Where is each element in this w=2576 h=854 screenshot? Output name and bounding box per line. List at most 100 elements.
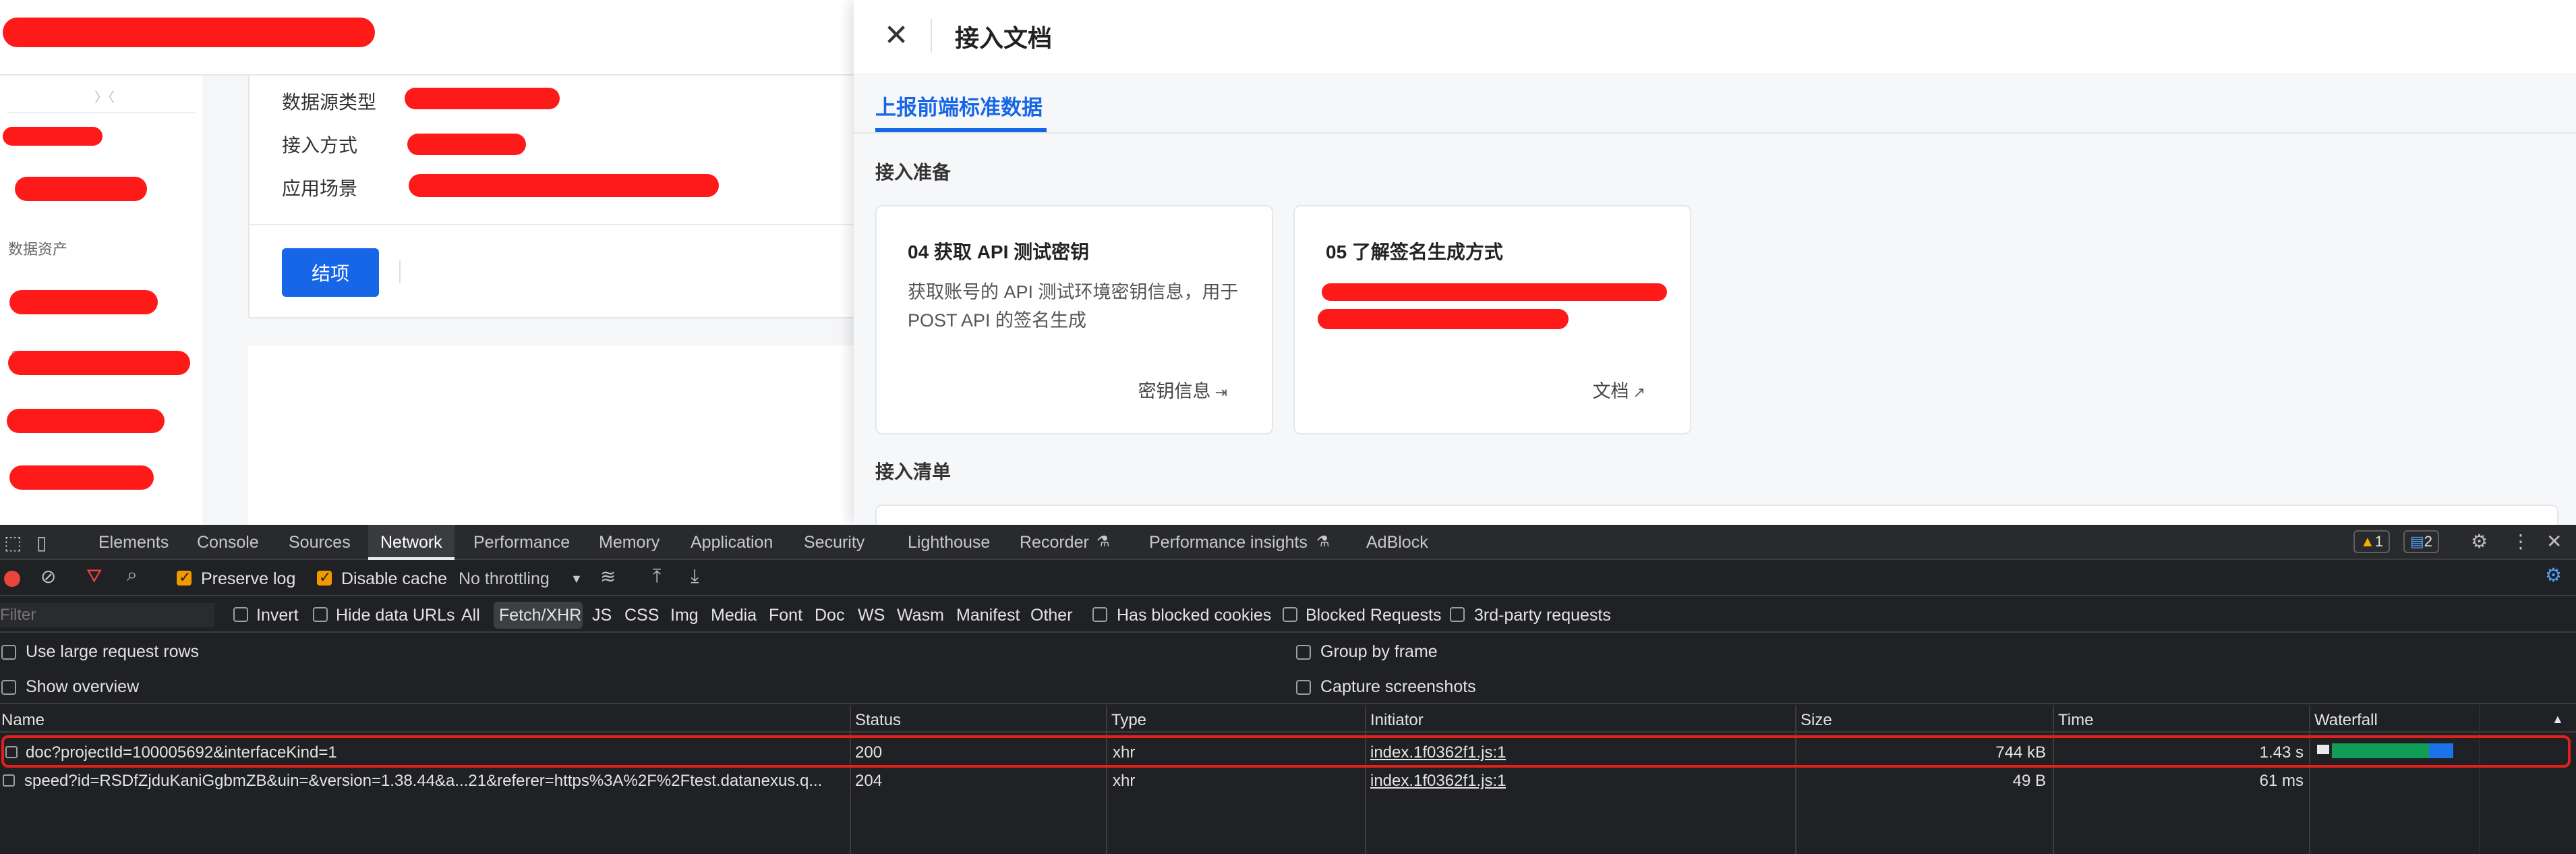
redacted-sidebar-item[interactable] (8, 351, 190, 375)
finish-project-button[interactable]: 结项 (282, 248, 379, 297)
filter-type-fetch-xhr[interactable]: Fetch/XHR (499, 606, 581, 625)
throttling-select[interactable]: No throttling (459, 569, 550, 589)
filter-type-js[interactable]: JS (592, 606, 612, 625)
tab-adblock[interactable]: AdBlock (1366, 533, 1428, 552)
tab-bar-divider (854, 132, 2576, 134)
tab-lighthouse[interactable]: Lighthouse (908, 533, 990, 552)
preserve-log-checkbox[interactable] (177, 569, 192, 586)
redacted-application-scenario-value (409, 174, 719, 197)
capture-screenshots-checkbox[interactable] (1296, 680, 1311, 695)
redacted-card-description (1318, 309, 1569, 329)
large-rows-checkbox[interactable] (1, 645, 16, 660)
chevron-down-icon[interactable]: ▼ (570, 572, 583, 586)
column-header-status[interactable]: Status (855, 711, 901, 730)
filter-type-font[interactable]: Font (769, 606, 802, 625)
has-blocked-cookies-checkbox[interactable] (1092, 607, 1107, 622)
disable-cache-checkbox[interactable] (317, 569, 332, 586)
more-options-icon[interactable]: ⋮ (2511, 530, 2530, 552)
redacted-access-method-value (407, 134, 526, 155)
device-toolbar-icon[interactable]: ▯ (36, 532, 47, 554)
tab-performance[interactable]: Performance (473, 533, 570, 552)
blocked-requests-checkbox[interactable] (1283, 607, 1297, 622)
tab-elements[interactable]: Elements (98, 533, 169, 552)
prep-card-signature: 05 了解签名生成方式 文档 ↗ (1293, 205, 1691, 434)
hide-data-urls-checkbox[interactable] (313, 607, 328, 622)
tab-report-frontend-data[interactable]: 上报前端标准数据 (875, 90, 1043, 121)
message-badge[interactable]: ▤2 (2403, 530, 2440, 553)
record-icon[interactable] (4, 571, 20, 587)
search-icon[interactable]: ⌕ (127, 564, 138, 586)
button-divider (399, 260, 401, 283)
column-header-size[interactable]: Size (1801, 711, 1832, 730)
tab-network[interactable]: Network (380, 533, 442, 552)
show-overview-label: Show overview (26, 677, 140, 696)
redacted-sidebar-item[interactable] (15, 177, 147, 201)
tab-application[interactable]: Application (691, 533, 773, 552)
show-overview-checkbox[interactable] (1, 680, 16, 695)
filter-funnel-icon[interactable]: ⛛ (86, 565, 103, 588)
warning-badge[interactable]: ▲1 (2353, 530, 2391, 553)
filter-type-media[interactable]: Media (711, 606, 757, 625)
message-count: 2 (2424, 533, 2433, 550)
network-conditions-icon[interactable]: ≋ (600, 565, 616, 588)
doc-link[interactable]: 文档 ↗ (1593, 376, 1645, 403)
close-devtools-icon[interactable]: ✕ (2546, 530, 2562, 552)
tab-performance-insights[interactable]: Performance insights (1149, 533, 1308, 552)
sort-ascending-icon[interactable]: ▲ (2552, 712, 2564, 727)
filter-type-manifest[interactable]: Manifest (956, 606, 1020, 625)
filter-type-doc[interactable]: Doc (815, 606, 844, 625)
export-har-icon[interactable]: ⤓ (691, 565, 699, 588)
request-name[interactable]: speed?id=RSDfZjduKaniGgbmZB&uin=&version… (24, 772, 842, 791)
tab-console[interactable]: Console (197, 533, 259, 552)
redacted-sidebar-item[interactable] (9, 465, 154, 490)
tab-recorder[interactable]: Recorder (1020, 533, 1089, 552)
collapse-handle-icon[interactable]: 〉〈 (94, 86, 115, 106)
link-label[interactable]: 文档 (1593, 381, 1629, 401)
filter-type-other[interactable]: Other (1030, 606, 1073, 625)
inspect-element-icon[interactable]: ⬚ (4, 532, 22, 554)
key-info-link[interactable]: 密钥信息 ⇥ (1138, 376, 1227, 403)
request-initiator-link[interactable]: index.1f0362f1.js:1 (1370, 772, 1506, 791)
column-header-waterfall[interactable]: Waterfall (2314, 711, 2378, 730)
card-title: 04 获取 API 测试密钥 (908, 241, 1090, 262)
column-header-name[interactable]: Name (1, 711, 45, 730)
tab-security[interactable]: Security (804, 533, 865, 552)
checklist-section-title: 接入清单 (875, 461, 952, 482)
third-party-checkbox[interactable] (1450, 607, 1465, 622)
column-header-time[interactable]: Time (2058, 711, 2093, 730)
network-request-table: Name Status Type Initiator Size Time Wat… (0, 706, 2576, 854)
filter-type-img[interactable]: Img (670, 606, 699, 625)
filter-type-all[interactable]: All (461, 606, 480, 625)
disable-cache-label: Disable cache (341, 569, 448, 588)
request-size: 49 B (2012, 772, 2046, 790)
row-icon (3, 774, 15, 787)
access-doc-drawer: ✕ 接入文档 上报前端标准数据 接入准备 04 获取 API 测试密钥 获取账号… (854, 0, 2576, 525)
network-settings-gear-icon[interactable]: ⚙ (2545, 564, 2562, 586)
devtools-panel: ⬚ ▯ Elements Console Sources Network Per… (0, 525, 2576, 854)
table-row[interactable]: speed?id=RSDfZjduKaniGgbmZB&uin=&version… (0, 766, 2576, 795)
import-har-icon[interactable]: ⤒ (653, 565, 661, 588)
web-page: 〉〈 数据资产 数据源类型 接入方式 应用场景 结项 ✕ 接入文档 上报前端标准… (0, 0, 2576, 525)
group-by-frame-checkbox[interactable] (1296, 645, 1311, 660)
filter-bar: Invert Hide data URLs All Fetch/XHR JS C… (0, 598, 2576, 633)
table-header: Name Status Type Initiator Size Time Wat… (0, 706, 2576, 733)
clear-icon[interactable]: ⊘ (40, 565, 56, 588)
filter-type-wasm[interactable]: Wasm (897, 606, 944, 625)
devtools-tab-bar: ⬚ ▯ Elements Console Sources Network Per… (0, 525, 2576, 560)
filter-type-ws[interactable]: WS (858, 606, 885, 625)
filter-type-css[interactable]: CSS (624, 606, 659, 625)
redacted-header-title (3, 18, 375, 47)
close-icon[interactable]: ✕ (881, 20, 912, 51)
settings-gear-icon[interactable]: ⚙ (2471, 530, 2488, 552)
redacted-sidebar-item[interactable] (7, 409, 165, 433)
redacted-sidebar-item[interactable] (3, 127, 103, 146)
tab-sources[interactable]: Sources (289, 533, 351, 552)
column-header-initiator[interactable]: Initiator (1370, 711, 1424, 730)
redacted-sidebar-item[interactable] (9, 290, 158, 314)
link-label[interactable]: 密钥信息 (1138, 381, 1211, 401)
filter-input[interactable] (0, 603, 214, 627)
column-header-type[interactable]: Type (1111, 711, 1146, 730)
network-options: Use large request rows Show overview Gro… (0, 634, 2576, 704)
invert-checkbox[interactable] (233, 607, 248, 622)
tab-memory[interactable]: Memory (599, 533, 660, 552)
